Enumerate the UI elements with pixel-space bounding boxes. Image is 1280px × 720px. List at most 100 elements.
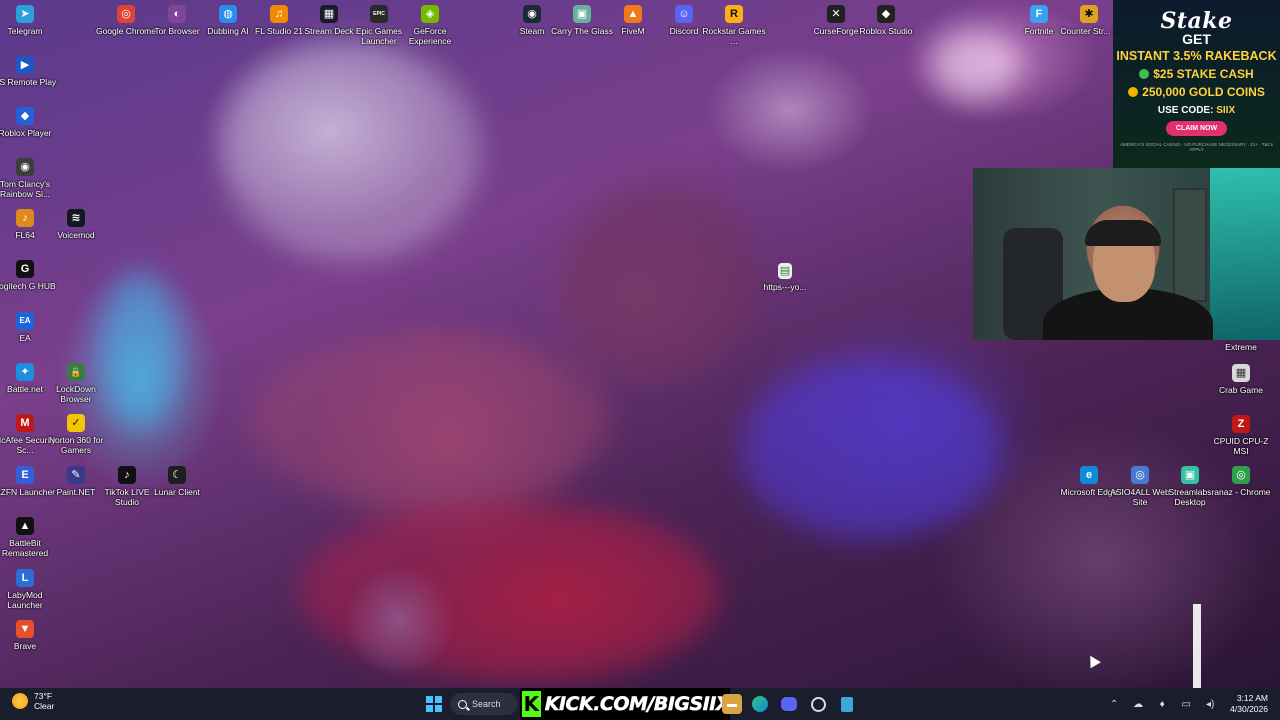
- taskbar-discord[interactable]: [779, 694, 799, 714]
- battlenet-icon: ✦: [16, 363, 34, 381]
- desktop-icon-ps-remote-play[interactable]: ▶ PS Remote Play: [0, 56, 60, 87]
- desktop-icon-label: Roblox Player: [0, 128, 52, 138]
- desktop-icon-label: LabyMod Launcher: [7, 590, 43, 610]
- paintnet-icon: ✎: [67, 466, 85, 484]
- desktop-icon-rockstar[interactable]: R Rockstar Games ...: [699, 5, 769, 46]
- network-icon[interactable]: ▭: [1179, 697, 1193, 711]
- desktop-icon-norton[interactable]: ✓ Norton 360 for Gamers: [41, 414, 111, 455]
- mcafee-icon: M: [16, 414, 34, 432]
- taskbar-edge[interactable]: [750, 694, 770, 714]
- webcam-teal-wall: [1210, 168, 1280, 340]
- weather-desc: Clear: [34, 701, 55, 711]
- search-label: Search: [472, 699, 501, 709]
- desktop-icon-extreme[interactable]: Extreme: [1206, 342, 1276, 352]
- desktop-icon-ea[interactable]: EA EA: [0, 312, 60, 343]
- streamlabs-icon: ▣: [1181, 466, 1199, 484]
- rainbow-six-icon: ◉: [16, 158, 34, 176]
- desktop-icon-label: LockDown Browser: [56, 384, 96, 404]
- ezfn-icon: E: [16, 466, 34, 484]
- roblox-player-icon: ◆: [16, 107, 34, 125]
- desktop-icon-brave[interactable]: ▼ Brave: [0, 620, 60, 651]
- taskbar-notepad[interactable]: [837, 694, 857, 714]
- webcam-headset: [1085, 220, 1161, 246]
- ps-remote-play-icon: ▶: [16, 56, 34, 74]
- desktop-icon-voicemod[interactable]: ≋ Voicemod: [41, 209, 111, 240]
- desktop-icon-label: Voicemod: [57, 230, 95, 240]
- desktop-icon-rainbow-six[interactable]: ◉ Tom Clancy's Rainbow Si...: [0, 158, 60, 199]
- desktop-icon-label: GeForce Experience: [408, 26, 452, 46]
- labymod-icon: L: [16, 569, 34, 587]
- desktop-icon-telegram[interactable]: ➤ Telegram: [0, 5, 60, 36]
- microphone-icon[interactable]: ♦: [1155, 697, 1169, 711]
- desktop-icon-label: Norton 360 for Gamers: [48, 435, 104, 455]
- stake-rakeback-text: INSTANT 3.5% RAKEBACK: [1116, 49, 1277, 63]
- discord-icon: [781, 697, 797, 711]
- weather-widget[interactable]: 73°F Clear: [12, 691, 54, 711]
- brave-icon: ▼: [16, 620, 34, 638]
- desktop-icon-roblox-player[interactable]: ◆ Roblox Player: [0, 107, 60, 138]
- stake-code-line: USE CODE: SIIX: [1113, 105, 1280, 116]
- desktop-icon-geforce[interactable]: ◈ GeForce Experience: [395, 5, 465, 46]
- desktop-icon-label: Roblox Studio: [859, 26, 913, 36]
- chrome-icon: ◎: [117, 5, 135, 23]
- crab-game-icon: ▦: [1232, 364, 1250, 382]
- taskbar-obs[interactable]: [808, 694, 828, 714]
- taskbar-search[interactable]: Search: [450, 693, 518, 715]
- discord-icon: ☺: [675, 5, 693, 23]
- desktop-icon-battlebit[interactable]: ▲ BattleBit Remastered: [0, 517, 60, 558]
- geforce-icon: ◈: [421, 5, 439, 23]
- desktop-icon-cpuz[interactable]: Z CPUID CPU-Z MSI: [1206, 415, 1276, 456]
- desktop-icon-lockdown-browser[interactable]: 🔒 LockDown Browser: [41, 363, 111, 404]
- stake-cash-text: $25 STAKE CASH: [1153, 67, 1254, 81]
- dubbing-ai-icon: ◍: [219, 5, 237, 23]
- notepad-icon: [841, 696, 853, 712]
- desktop-icon-label: Rockstar Games ...: [702, 26, 766, 46]
- start-button[interactable]: [424, 694, 444, 714]
- desktop-icon-labymod[interactable]: L LabyMod Launcher: [0, 569, 60, 610]
- desktop-icon-url-shortcut[interactable]: ▤ https---yo...: [750, 263, 820, 292]
- logitech-ghub-icon: G: [16, 260, 34, 278]
- chevron-up-icon[interactable]: ⌃: [1107, 697, 1121, 711]
- desktop-icon-label: ranaz - Chrome: [1211, 487, 1271, 497]
- cpuz-icon: Z: [1232, 415, 1250, 433]
- desktop-icon-label: Brave: [13, 641, 37, 651]
- url-shortcut-icon: ▤: [778, 263, 792, 279]
- windows-icon: [426, 696, 442, 712]
- desktop-icon-crab-game[interactable]: ▦ Crab Game: [1206, 364, 1276, 395]
- stake-gold-row: 250,000 GOLD COINS: [1113, 85, 1280, 99]
- fortnite-icon: F: [1030, 5, 1048, 23]
- claim-now-button[interactable]: CLAIM NOW: [1165, 121, 1228, 136]
- stake-ad-overlay[interactable]: Stake GET INSTANT 3.5% RAKEBACK $25 STAK…: [1113, 0, 1280, 168]
- volume-icon[interactable]: ◂): [1203, 697, 1217, 711]
- desktop-icon-label: CPUID CPU-Z MSI: [1213, 436, 1269, 456]
- desktop-icon-chrome-profile[interactable]: ◎ ranaz - Chrome: [1206, 466, 1276, 497]
- stake-get-text: GET: [1182, 31, 1211, 47]
- fivem-icon: ▲: [624, 5, 642, 23]
- stake-code-value: SIIX: [1216, 105, 1236, 116]
- battlebit-icon: ▲: [16, 517, 34, 535]
- kick-logo-icon: K: [522, 691, 541, 717]
- desktop-icon-lunar-client[interactable]: ☾ Lunar Client: [142, 466, 212, 497]
- desktop-icon-label: https---yo...: [763, 282, 807, 292]
- chrome-profile-icon: ◎: [1232, 466, 1250, 484]
- ea-icon: EA: [16, 312, 34, 330]
- desktop-icon-logitech-ghub[interactable]: G Logitech G HUB: [0, 260, 60, 291]
- edge-icon: e: [1080, 466, 1098, 484]
- stake-gold-text: 250,000 GOLD COINS: [1142, 85, 1265, 99]
- desktop-icon-label: Telegram: [7, 26, 43, 36]
- kick-banner-overlay: K KICK.COM/BIGSIIX: [520, 688, 731, 720]
- stream-deck-icon: ▦: [320, 5, 338, 23]
- voicemod-icon: ≋: [67, 209, 85, 227]
- tor-browser-icon: ◐: [168, 5, 186, 23]
- epic-games-icon: EPIC: [370, 5, 388, 23]
- asio4all-icon: ◎: [1131, 466, 1149, 484]
- desktop-wallpaper: [0, 0, 1280, 688]
- desktop-icon-label: EA: [19, 333, 31, 343]
- fl64-icon: ♪: [16, 209, 34, 227]
- weather-temp: 73°F: [34, 691, 53, 701]
- taskbar-clock[interactable]: 3:12 AM 4/30/2026: [1230, 693, 1268, 715]
- obs-icon: [810, 696, 826, 712]
- cloud-icon[interactable]: ☁: [1131, 697, 1145, 711]
- taskbar-file-explorer[interactable]: ▬: [722, 694, 742, 714]
- desktop-icon-roblox-studio[interactable]: ◆ Roblox Studio: [851, 5, 921, 36]
